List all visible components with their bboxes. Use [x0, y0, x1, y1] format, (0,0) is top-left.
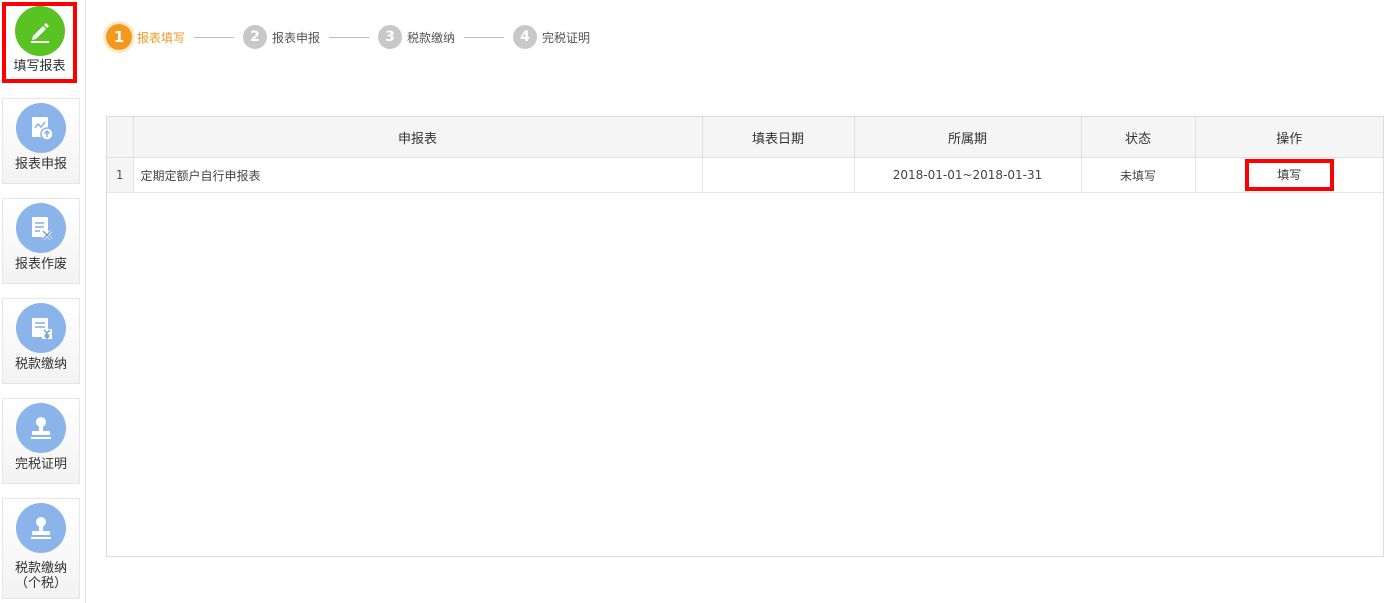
- step-label: 报表申报: [272, 30, 321, 45]
- report-void-icon: [16, 203, 66, 253]
- sidebar-item-report-void[interactable]: 报表作废: [2, 198, 80, 284]
- sidebar-item-label: 税款缴纳 （个税）: [3, 561, 79, 591]
- column-header-fill-date[interactable]: 填表日期: [702, 117, 855, 158]
- tax-payment-icon: [16, 303, 66, 353]
- step-tax-payment[interactable]: 3 税款缴纳: [378, 25, 455, 49]
- sidebar-item-label: 报表申报: [14, 157, 67, 172]
- cell-status: 未填写: [1081, 157, 1196, 193]
- sidebar: 填写报表 报表申报 报表作废 税款缴纳 完税证明 税款缴纳 （个税）: [0, 0, 86, 603]
- step-connector: [194, 36, 235, 38]
- sidebar-item-label: 税款缴纳: [14, 357, 67, 372]
- step-label: 完税证明: [542, 30, 591, 45]
- sidebar-item-report-submit[interactable]: 报表申报: [2, 98, 80, 184]
- sidebar-item-tax-payment[interactable]: 税款缴纳: [2, 298, 80, 384]
- table-header-row: 申报表 填表日期 所属期 状态 操作: [107, 117, 1383, 158]
- column-header-form[interactable]: 申报表: [133, 117, 703, 158]
- step-number: 2: [243, 25, 268, 49]
- step-label: 报表填写: [137, 30, 186, 45]
- step-number: 4: [513, 25, 538, 49]
- row-number: 1: [107, 157, 134, 193]
- cell-period: 2018-01-01~2018-01-31: [854, 157, 1082, 193]
- table-row[interactable]: 1 定期定额户自行申报表 2018-01-01~2018-01-31 未填写 填…: [107, 157, 1383, 193]
- step-label: 税款缴纳: [407, 30, 456, 45]
- column-header-action: 操作: [1195, 117, 1383, 158]
- stamp-icon: [16, 403, 66, 453]
- step-connector: [329, 36, 370, 38]
- report-upload-icon: [16, 103, 66, 153]
- fill-button[interactable]: 填写: [1244, 159, 1334, 191]
- stamp-icon: [16, 503, 66, 553]
- step-number: 1: [106, 24, 132, 50]
- progress-steps: 1 报表填写 2 报表申报 3 税款缴纳 4 完税证明: [106, 21, 590, 53]
- sidebar-item-label-line1: 税款缴纳: [14, 561, 67, 576]
- step-number: 3: [378, 25, 403, 49]
- step-connector: [464, 36, 505, 38]
- report-table: 申报表 填表日期 所属期 状态 操作 1 定期定额户自行申报表 2018-01-…: [106, 116, 1384, 557]
- sidebar-item-label: 报表作废: [14, 257, 67, 272]
- step-fill-report[interactable]: 1 报表填写: [106, 24, 185, 50]
- sidebar-item-label: 完税证明: [14, 457, 67, 472]
- column-header-period[interactable]: 所属期: [854, 117, 1082, 158]
- column-header-status[interactable]: 状态: [1081, 117, 1196, 158]
- sidebar-item-label-line2: （个税）: [14, 576, 67, 591]
- sidebar-item-tax-certificate[interactable]: 完税证明: [2, 398, 80, 484]
- step-tax-certificate[interactable]: 4 完税证明: [513, 25, 590, 49]
- step-report-submit[interactable]: 2 报表申报: [243, 25, 320, 49]
- sidebar-item-tax-payment-personal[interactable]: 税款缴纳 （个税）: [2, 498, 80, 599]
- pencil-icon: [14, 6, 65, 56]
- sidebar-item-fill-report[interactable]: 填写报表: [2, 2, 77, 83]
- sidebar-item-label: 填写报表: [13, 59, 66, 74]
- cell-form-name: 定期定额户自行申报表: [133, 157, 703, 193]
- cell-action: 填写: [1195, 157, 1383, 193]
- cell-fill-date: [702, 157, 855, 193]
- column-header-index: [107, 117, 134, 158]
